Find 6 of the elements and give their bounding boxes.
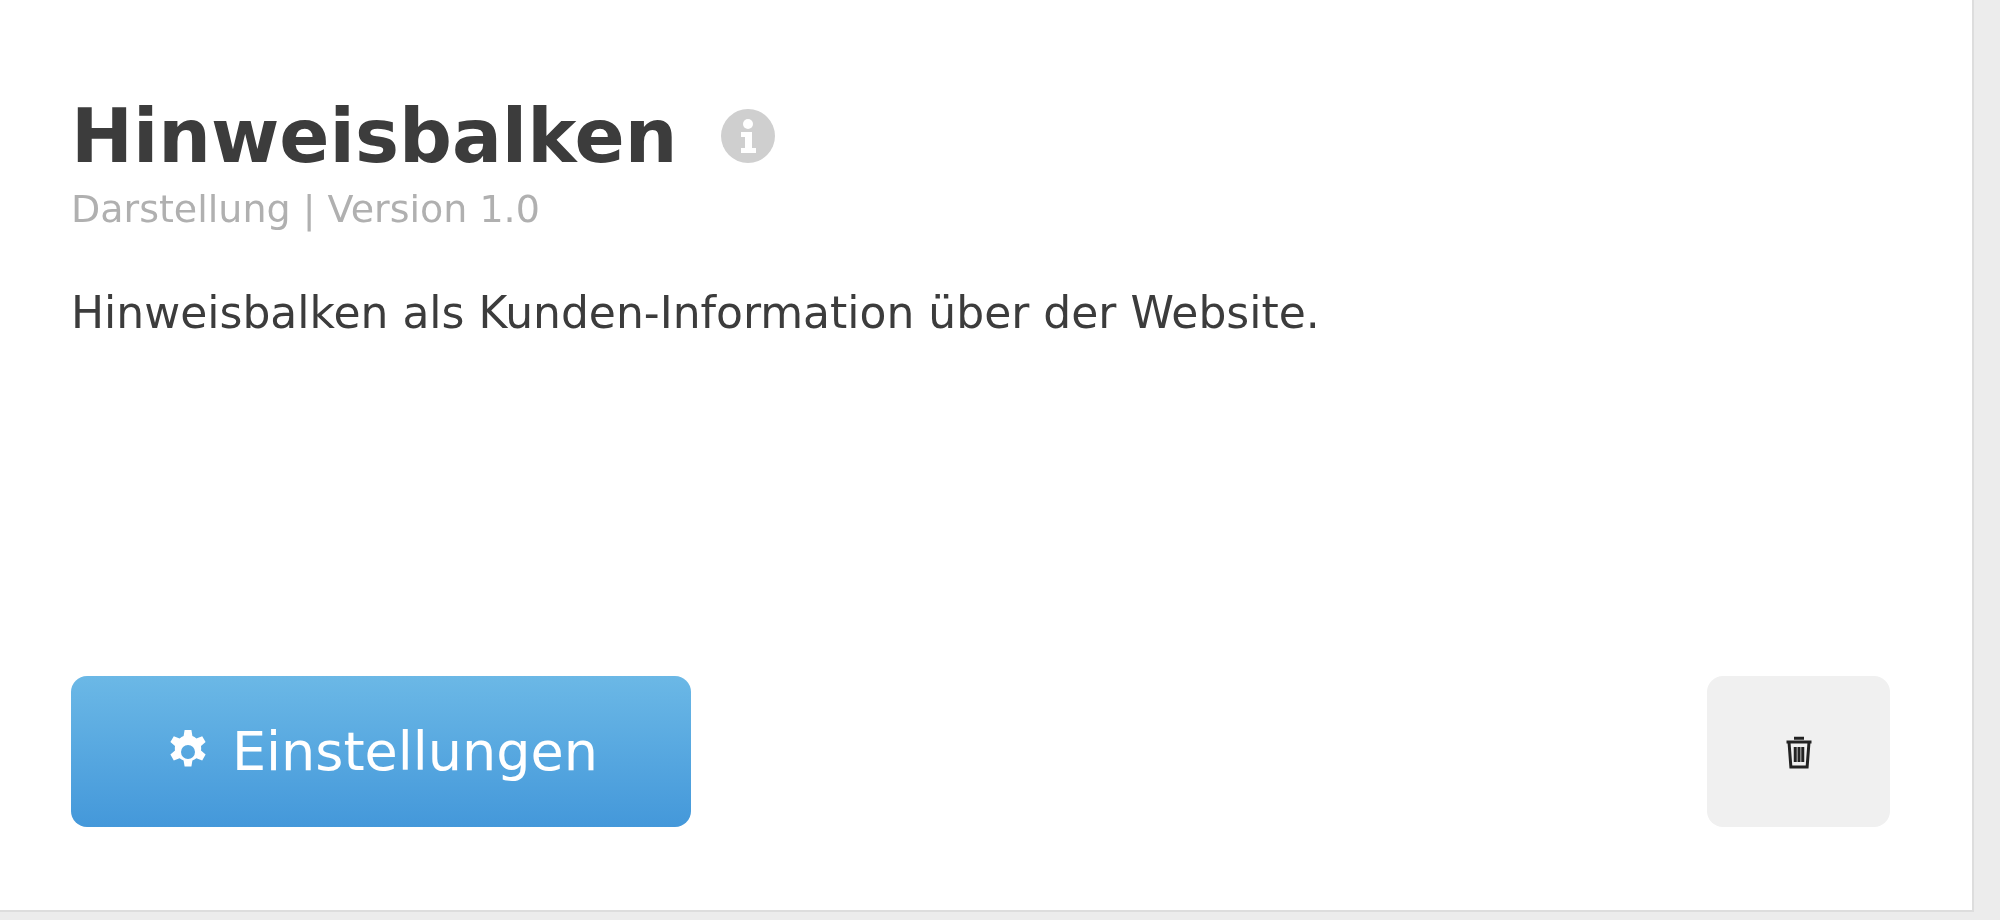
info-icon[interactable] [721,109,776,164]
delete-button[interactable] [1707,676,1890,827]
plugin-title: Hinweisbalken [71,92,678,181]
plugin-meta: Darstellung | Version 1.0 [71,186,541,231]
plugin-description: Hinweisbalken als Kunden-Information über der Website. [71,286,1321,338]
settings-button[interactable]: Einstellungen [71,676,691,827]
